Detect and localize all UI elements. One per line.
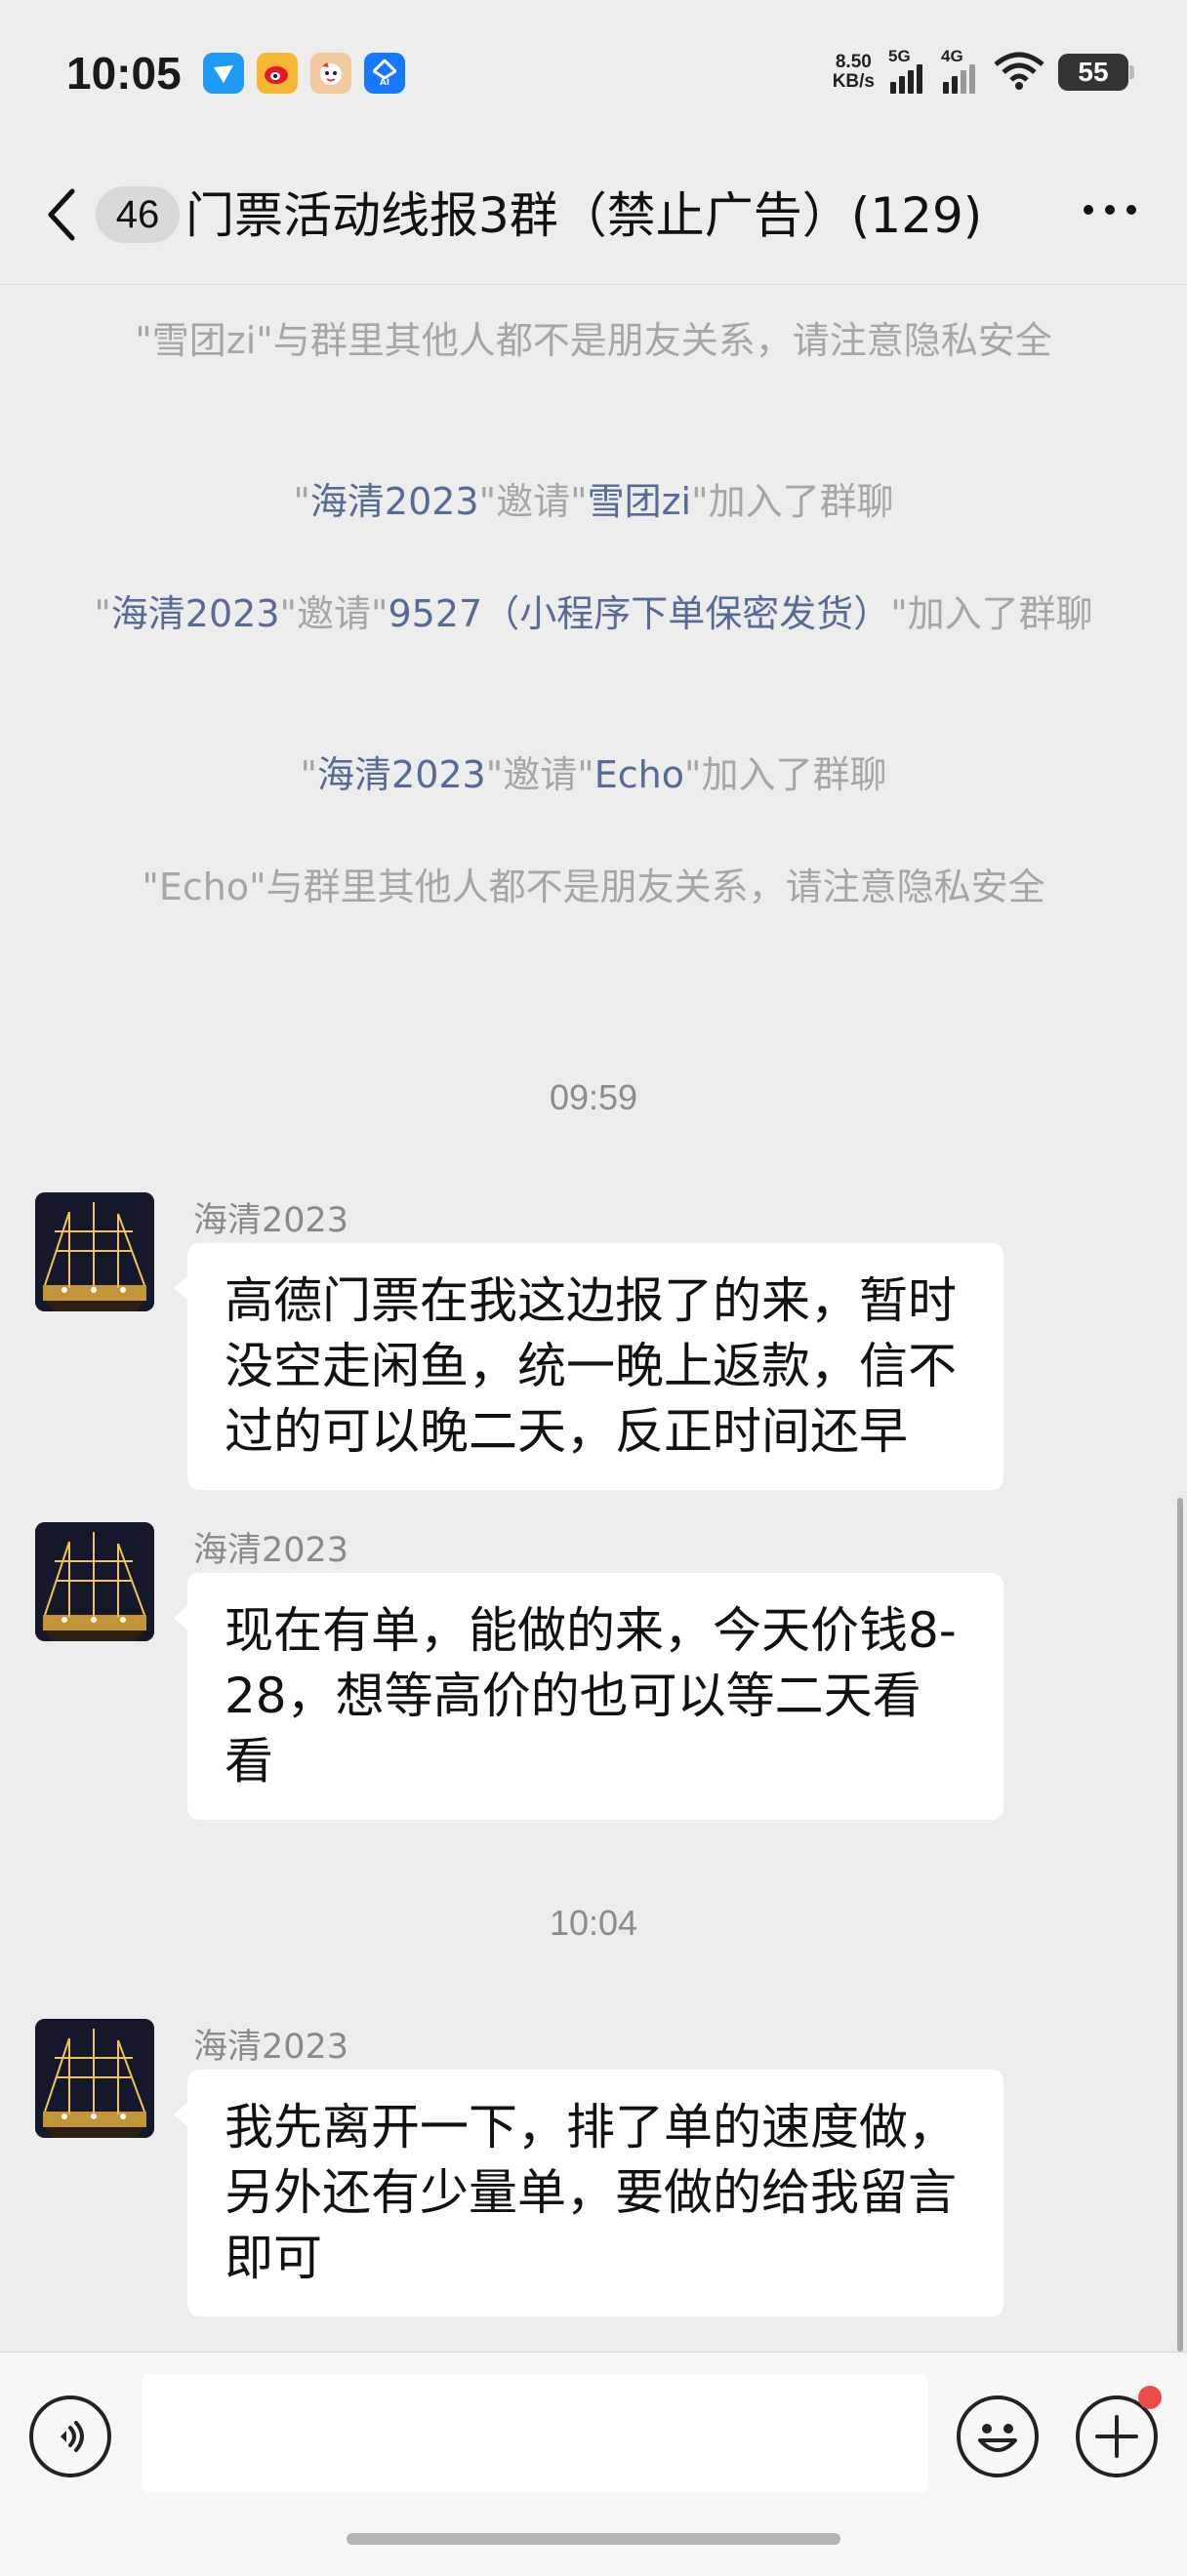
sender-name: 海清2023: [193, 1531, 349, 1570]
emoji-button[interactable]: [957, 2395, 1039, 2477]
notice-text: "邀请": [279, 592, 389, 635]
home-indicator[interactable]: [347, 2533, 840, 2545]
scrollbar[interactable]: [1177, 1498, 1183, 2352]
ai-app-icon: AI: [364, 53, 405, 94]
smiley-icon: [978, 2424, 1017, 2452]
system-notice: "Echo"与群里其他人都不是朋友关系，请注意隐私安全: [88, 861, 1099, 913]
ship-photo-icon: [35, 2019, 154, 2138]
ai-icon-label: AI: [379, 77, 390, 88]
battery-icon: 55: [1058, 54, 1134, 91]
voice-input-button[interactable]: [29, 2395, 111, 2477]
system-notice: "海清2023"邀请"雪团zi"加入了群聊: [88, 475, 1099, 528]
voice-icon: [61, 2421, 84, 2452]
avatar[interactable]: [35, 1192, 154, 1311]
notice-text: "邀请": [485, 753, 594, 796]
app-icon-blue: [203, 53, 244, 94]
signal-4g-label: 4G: [941, 47, 963, 65]
status-time: 10:05: [66, 48, 182, 99]
avatar[interactable]: [35, 2019, 154, 2138]
member-name-link[interactable]: 雪团zi: [588, 480, 692, 523]
app-icon-character: [310, 53, 351, 94]
member-name-link[interactable]: 9527（小程序下单保密发货）: [388, 592, 890, 635]
chevron-left-icon: [48, 188, 75, 241]
status-indicators: 8.50 KB/s 5G 4G 55: [833, 47, 1134, 94]
sender-name: 海清2023: [193, 2028, 349, 2067]
notice-text: "加入了群聊: [683, 753, 887, 796]
chat-header: 46 门票活动线报3群（禁止广告）(129): [0, 146, 1187, 285]
message-bubble[interactable]: 现在有单，能做的来，今天价钱8-28，想等高价的也可以等二天看看: [174, 1573, 1003, 1820]
network-speed-unit: KB/s: [832, 71, 875, 92]
signal-5g-label: 5G: [888, 47, 911, 65]
member-name-link[interactable]: 海清2023: [317, 753, 486, 796]
message-bubble[interactable]: 我先离开一下，排了单的速度做，另外还有少量单，要做的给我留言即可: [174, 2070, 1003, 2316]
notice-text: ": [94, 592, 111, 635]
notification-dot: [1138, 2386, 1162, 2409]
ship-photo-icon: [35, 1192, 154, 1311]
network-speed: 8.50 KB/s: [833, 53, 875, 92]
chat-timestamp: 10:04: [549, 1903, 638, 1943]
avatar[interactable]: [35, 1522, 154, 1641]
system-notice: "雪团zi"与群里其他人都不是朋友关系，请注意隐私安全: [88, 314, 1099, 367]
sender-name: 海清2023: [193, 1201, 349, 1240]
more-options-button[interactable]: [1084, 205, 1136, 215]
network-speed-value: 8.50: [835, 52, 872, 72]
unread-count-badge[interactable]: 46: [96, 186, 180, 243]
notification-icons: AI: [203, 53, 405, 94]
member-name-link[interactable]: Echo: [594, 753, 684, 796]
system-notice: "海清2023"邀请"9527（小程序下单保密发货）"加入了群聊: [88, 587, 1099, 640]
notice-text: "Echo"与群里其他人都不是朋友关系，请注意隐私安全: [142, 865, 1045, 908]
ship-photo-icon: [35, 1522, 154, 1641]
message-bubble[interactable]: 高德门票在我这边报了的来，暂时没空走闲鱼，统一晚上返款，信不过的可以晚二天，反正…: [174, 1243, 1003, 1490]
plus-icon: [1095, 2415, 1138, 2458]
notice-text: ": [293, 480, 310, 523]
status-bar: 10:05 AI 8.50 KB/s 5G 4G 55: [0, 0, 1187, 146]
chat-timestamp: 09:59: [549, 1077, 638, 1117]
back-button[interactable]: [43, 185, 92, 244]
signal-5g-icon: 5G: [888, 47, 927, 94]
weibo-icon: [257, 53, 298, 94]
notice-text: "加入了群聊: [890, 592, 1093, 635]
more-dot-icon: [1105, 205, 1115, 215]
notice-text: "雪团zi"与群里其他人都不是朋友关系，请注意隐私安全: [135, 319, 1052, 362]
notice-text: "邀请": [478, 480, 588, 523]
member-name-link[interactable]: 海清2023: [310, 480, 479, 523]
member-name-link[interactable]: 海清2023: [111, 592, 280, 635]
more-dot-icon: [1084, 205, 1093, 215]
notice-text: ": [300, 753, 318, 796]
wifi-icon: [994, 51, 1044, 94]
message-input[interactable]: [142, 2374, 928, 2493]
more-dot-icon: [1126, 205, 1136, 215]
system-notice: "海清2023"邀请"Echo"加入了群聊: [88, 748, 1099, 801]
signal-4g-icon: 4G: [941, 47, 980, 94]
notice-text: "加入了群聊: [691, 480, 894, 523]
chat-title: 门票活动线报3群（禁止广告）(129): [185, 187, 983, 244]
